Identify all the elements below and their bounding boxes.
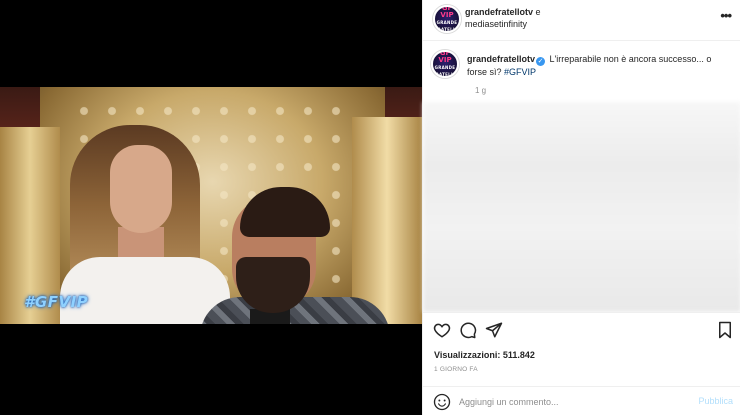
- gfvip-overlay-tag: #GFVIP: [24, 293, 89, 311]
- post-actions: Visualizzazioni: 511.842 1 GIORNO FA Pub…: [423, 312, 740, 415]
- views-value: 511.842: [502, 350, 535, 360]
- heart-icon[interactable]: [433, 321, 451, 339]
- header-avatar[interactable]: GF VIP GRANDE FRATELLO: [433, 5, 461, 33]
- caption-avatar[interactable]: GF VIP GRANDE FRATELLO: [431, 50, 459, 78]
- caption-text: grandefratellotv ✓ L'irreparabile non è a…: [467, 53, 729, 79]
- verified-badge-icon: ✓: [536, 57, 546, 66]
- post-sidebar: GF VIP GRANDE FRATELLO grandefratellotv …: [422, 0, 740, 415]
- publish-button[interactable]: Pubblica: [698, 396, 733, 406]
- comments-area-blurred: [423, 102, 740, 312]
- share-icon[interactable]: [485, 321, 503, 339]
- throne-arm-right: [352, 117, 422, 324]
- bookmark-icon[interactable]: [716, 321, 734, 339]
- more-options-button[interactable]: •••: [720, 8, 732, 23]
- caption-timestamp: 1 g: [475, 86, 487, 95]
- comment-input[interactable]: [459, 395, 659, 409]
- emoji-icon[interactable]: [433, 393, 451, 411]
- woman-top: [60, 257, 230, 324]
- views-count: Visualizzazioni: 511.842: [434, 350, 535, 360]
- post-header: GF VIP GRANDE FRATELLO grandefratellotv …: [423, 0, 740, 41]
- account-link-secondary[interactable]: mediasetinfinity: [465, 19, 527, 29]
- comment-icon[interactable]: [459, 321, 477, 339]
- video-frame[interactable]: #GFVIP: [0, 87, 422, 324]
- add-comment-bar: Pubblica: [423, 386, 740, 415]
- gfvip-logo-icon: GF VIP GRANDE FRATELLO: [432, 50, 458, 77]
- caption-username[interactable]: grandefratellotv: [467, 54, 535, 64]
- gfvip-logo-icon: GF VIP GRANDE FRATELLO: [434, 5, 460, 32]
- views-label: Visualizzazioni:: [434, 350, 501, 360]
- woman-face: [110, 145, 172, 233]
- account-conjunction: e: [533, 7, 541, 17]
- post-date: 1 GIORNO FA: [434, 366, 478, 373]
- account-link-primary[interactable]: grandefratellotv: [465, 7, 533, 17]
- post-media[interactable]: #GFVIP: [0, 0, 422, 415]
- hashtag-link[interactable]: #GFVIP: [504, 67, 536, 77]
- header-accounts: grandefratellotv e mediasetinfinity: [465, 6, 541, 30]
